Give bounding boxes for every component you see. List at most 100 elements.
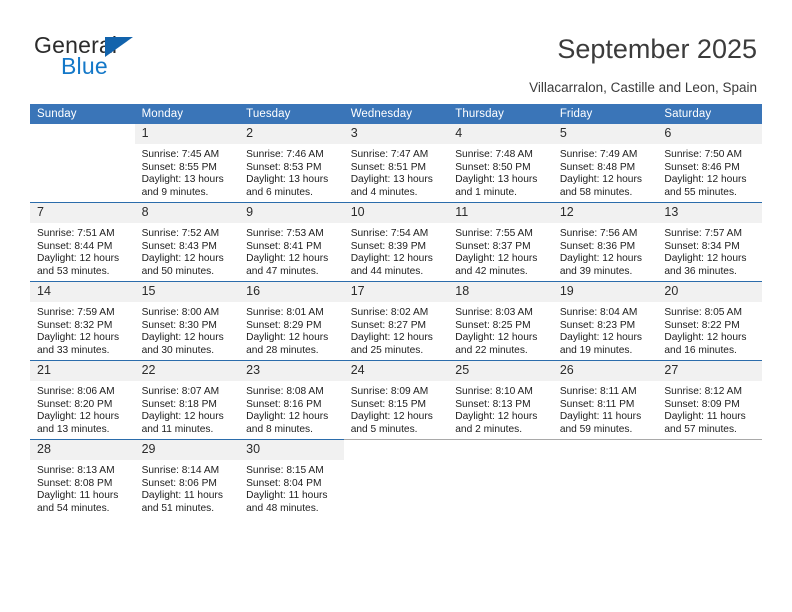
sunset-text: Sunset: 8:11 PM [559, 398, 635, 410]
calendar-day-cell[interactable]: 10 Sunrise: 7:54 AM Sunset: 8:39 PM Dayligh… [343, 202, 449, 282]
daylight-text-line2: and 22 minutes. [455, 344, 528, 356]
calendar-day-cell[interactable]: 7 Sunrise: 7:51 AM Sunset: 8:44 PM Daylight… [30, 202, 135, 282]
day-number: 30 [239, 440, 344, 460]
day-number: 24 [343, 361, 449, 381]
sunrise-text: Sunrise: 8:12 AM [664, 386, 742, 397]
calendar-cell-inner: 7 Sunrise: 7:51 AM Sunset: 8:44 PM Daylight… [30, 203, 135, 281]
day-number: 16 [239, 282, 344, 302]
weekday-header-friday: Friday [552, 104, 658, 124]
calendar-day-cell[interactable]: 19 Sunrise: 8:04 AM Sunset: 8:23 PM Dayligh… [552, 281, 658, 361]
day-details: Sunrise: 8:07 AM Sunset: 8:18 PM Daylight:… [135, 381, 240, 436]
sunset-text: Sunset: 8:16 PM [246, 398, 322, 410]
day-details: Sunrise: 8:12 AM Sunset: 8:09 PM Daylight:… [657, 381, 762, 436]
day-details: Sunrise: 7:55 AM Sunset: 8:37 PM Daylight:… [448, 223, 553, 278]
sunrise-text: Sunrise: 7:45 AM [141, 149, 220, 160]
daylight-text-line2: and 53 minutes. [37, 265, 110, 277]
sunrise-text: Sunrise: 8:15 AM [246, 465, 324, 476]
sunset-text: Sunset: 8:08 PM [37, 477, 113, 489]
calendar-day-cell[interactable]: 25 Sunrise: 8:10 AM Sunset: 8:13 PM Dayligh… [448, 360, 553, 440]
calendar-week-row: 21 Sunrise: 8:06 AM Sunset: 8:20 PM Dayligh… [30, 360, 762, 440]
calendar-day-cell[interactable]: 14 Sunrise: 7:59 AM Sunset: 8:32 PM Dayligh… [30, 281, 135, 361]
daylight-text-line2: and 6 minutes. [246, 186, 313, 198]
calendar-day-cell[interactable]: 2 Sunrise: 7:46 AM Sunset: 8:53 PM Daylight… [239, 124, 344, 203]
calendar-cell-inner: 20 Sunrise: 8:05 AM Sunset: 8:22 PM Dayligh… [657, 282, 762, 360]
day-number: 8 [134, 203, 240, 223]
sunset-text: Sunset: 8:36 PM [559, 240, 636, 252]
calendar-day-cell[interactable]: 4 Sunrise: 7:48 AM Sunset: 8:50 PM Daylight… [448, 124, 553, 203]
calendar-day-cell[interactable]: 30 Sunrise: 8:15 AM Sunset: 8:04 PM Dayligh… [239, 439, 344, 518]
sunset-text: Sunset: 8:43 PM [141, 240, 217, 252]
day-details: Sunrise: 8:15 AM Sunset: 8:04 PM Daylight:… [239, 460, 344, 515]
day-details: Sunrise: 7:53 AM Sunset: 8:41 PM Daylight:… [239, 223, 344, 278]
day-number: 18 [448, 282, 553, 302]
sunrise-text: Sunrise: 8:06 AM [37, 386, 115, 397]
sunset-text: Sunset: 8:13 PM [455, 398, 531, 410]
day-details: Sunrise: 7:48 AM Sunset: 8:50 PM Daylight:… [448, 144, 553, 199]
calendar-day-cell[interactable]: 21 Sunrise: 8:06 AM Sunset: 8:20 PM Dayligh… [30, 360, 135, 440]
calendar-cell-inner: 23 Sunrise: 8:08 AM Sunset: 8:16 PM Dayligh… [239, 361, 344, 439]
daylight-text-line1: Daylight: 12 hours [455, 411, 538, 423]
calendar-day-cell[interactable]: 5 Sunrise: 7:49 AM Sunset: 8:48 PM Daylight… [552, 124, 658, 203]
daylight-text-line2: and 51 minutes. [141, 502, 215, 514]
sunset-text: Sunset: 8:23 PM [559, 319, 636, 331]
sunset-text: Sunset: 8:34 PM [664, 240, 740, 252]
calendar-day-cell[interactable]: 3 Sunrise: 7:47 AM Sunset: 8:51 PM Daylight… [343, 124, 449, 203]
day-details: Sunrise: 8:02 AM Sunset: 8:27 PM Daylight:… [344, 302, 449, 357]
daylight-text-line2: and 13 minutes. [37, 423, 110, 435]
day-details: Sunrise: 8:10 AM Sunset: 8:13 PM Daylight:… [448, 381, 553, 436]
sunrise-text: Sunrise: 8:11 AM [559, 386, 637, 397]
sunset-text: Sunset: 8:20 PM [37, 398, 113, 410]
sunrise-text: Sunrise: 8:01 AM [246, 307, 324, 318]
daylight-text-line1: Daylight: 13 hours [455, 174, 538, 186]
calendar-day-cell[interactable]: 23 Sunrise: 8:08 AM Sunset: 8:16 PM Dayligh… [239, 360, 344, 440]
calendar-day-cell[interactable]: 16 Sunrise: 8:01 AM Sunset: 8:29 PM Dayligh… [239, 281, 344, 361]
daylight-text-line2: and 11 minutes. [141, 423, 214, 435]
calendar-day-cell[interactable]: 17 Sunrise: 8:02 AM Sunset: 8:27 PM Dayligh… [343, 281, 449, 361]
calendar-day-cell[interactable]: 27 Sunrise: 8:12 AM Sunset: 8:09 PM Dayligh… [657, 360, 762, 440]
daylight-text-line2: and 30 minutes. [141, 344, 215, 356]
calendar-cell-inner: 16 Sunrise: 8:01 AM Sunset: 8:29 PM Dayligh… [239, 282, 344, 360]
calendar-cell-inner: 6 Sunrise: 7:50 AM Sunset: 8:46 PM Daylight… [657, 124, 762, 202]
daylight-text-line1: Daylight: 12 hours [455, 332, 538, 344]
day-details: Sunrise: 8:11 AM Sunset: 8:11 PM Daylight:… [553, 381, 658, 436]
calendar-day-cell[interactable]: 20 Sunrise: 8:05 AM Sunset: 8:22 PM Dayligh… [657, 281, 762, 361]
day-number: 25 [448, 361, 553, 381]
daylight-text-line1: Daylight: 12 hours [664, 332, 747, 344]
calendar-day-cell[interactable]: 8 Sunrise: 7:52 AM Sunset: 8:43 PM Daylight… [134, 202, 240, 282]
calendar-day-cell[interactable]: 12 Sunrise: 7:56 AM Sunset: 8:36 PM Dayligh… [552, 202, 658, 282]
calendar-day-cell[interactable]: 11 Sunrise: 7:55 AM Sunset: 8:37 PM Dayligh… [448, 202, 553, 282]
calendar-day-cell[interactable]: 29 Sunrise: 8:14 AM Sunset: 8:06 PM Dayligh… [134, 439, 240, 518]
calendar-cell-inner: 22 Sunrise: 8:07 AM Sunset: 8:18 PM Dayligh… [134, 361, 240, 439]
general-blue-logo[interactable]: General Blue [34, 32, 224, 84]
daylight-text-line1: Daylight: 13 hours [141, 174, 224, 186]
sunset-text: Sunset: 8:50 PM [455, 161, 531, 173]
day-details: Sunrise: 7:46 AM Sunset: 8:53 PM Daylight:… [239, 144, 344, 199]
calendar-day-cell[interactable]: 6 Sunrise: 7:50 AM Sunset: 8:46 PM Daylight… [657, 124, 762, 203]
day-details: Sunrise: 7:56 AM Sunset: 8:36 PM Daylight:… [553, 223, 658, 278]
calendar-day-cell[interactable]: 9 Sunrise: 7:53 AM Sunset: 8:41 PM Daylight… [239, 202, 344, 282]
calendar-day-cell[interactable]: 15 Sunrise: 8:00 AM Sunset: 8:30 PM Dayligh… [134, 281, 240, 361]
calendar-empty-cell [30, 124, 135, 203]
daylight-text-line2: and 58 minutes. [559, 186, 633, 198]
calendar-day-cell[interactable]: 24 Sunrise: 8:09 AM Sunset: 8:15 PM Dayligh… [343, 360, 449, 440]
sunset-text: Sunset: 8:46 PM [664, 161, 740, 173]
calendar-cell-inner: 15 Sunrise: 8:00 AM Sunset: 8:30 PM Dayligh… [134, 282, 240, 360]
daylight-text-line1: Daylight: 11 hours [37, 490, 119, 502]
calendar-cell-inner: 1 Sunrise: 7:45 AM Sunset: 8:55 PM Daylight… [134, 124, 240, 202]
day-number: 4 [448, 124, 553, 144]
day-number: 3 [343, 124, 449, 144]
calendar-day-cell[interactable]: 18 Sunrise: 8:03 AM Sunset: 8:25 PM Dayligh… [448, 281, 553, 361]
sunset-text: Sunset: 8:53 PM [246, 161, 322, 173]
calendar-day-cell[interactable]: 13 Sunrise: 7:57 AM Sunset: 8:34 PM Dayligh… [657, 202, 762, 282]
daylight-text-line1: Daylight: 12 hours [141, 253, 224, 265]
calendar-day-cell[interactable]: 28 Sunrise: 8:13 AM Sunset: 8:08 PM Dayligh… [30, 439, 135, 518]
calendar-day-cell[interactable]: 1 Sunrise: 7:45 AM Sunset: 8:55 PM Daylight… [134, 124, 240, 203]
calendar-week-row: 1 Sunrise: 7:45 AM Sunset: 8:55 PM Daylight… [30, 124, 762, 203]
calendar-body: 1 Sunrise: 7:45 AM Sunset: 8:55 PM Daylight… [30, 124, 762, 518]
daylight-text-line2: and 47 minutes. [246, 265, 319, 277]
calendar-cell-inner: 30 Sunrise: 8:15 AM Sunset: 8:04 PM Dayligh… [239, 440, 344, 518]
calendar-page: General Blue September 2025 Villacarralo… [0, 0, 792, 612]
day-number: 6 [657, 124, 762, 144]
calendar-day-cell[interactable]: 26 Sunrise: 8:11 AM Sunset: 8:11 PM Dayligh… [552, 360, 658, 440]
calendar-day-cell[interactable]: 22 Sunrise: 8:07 AM Sunset: 8:18 PM Dayligh… [134, 360, 240, 440]
